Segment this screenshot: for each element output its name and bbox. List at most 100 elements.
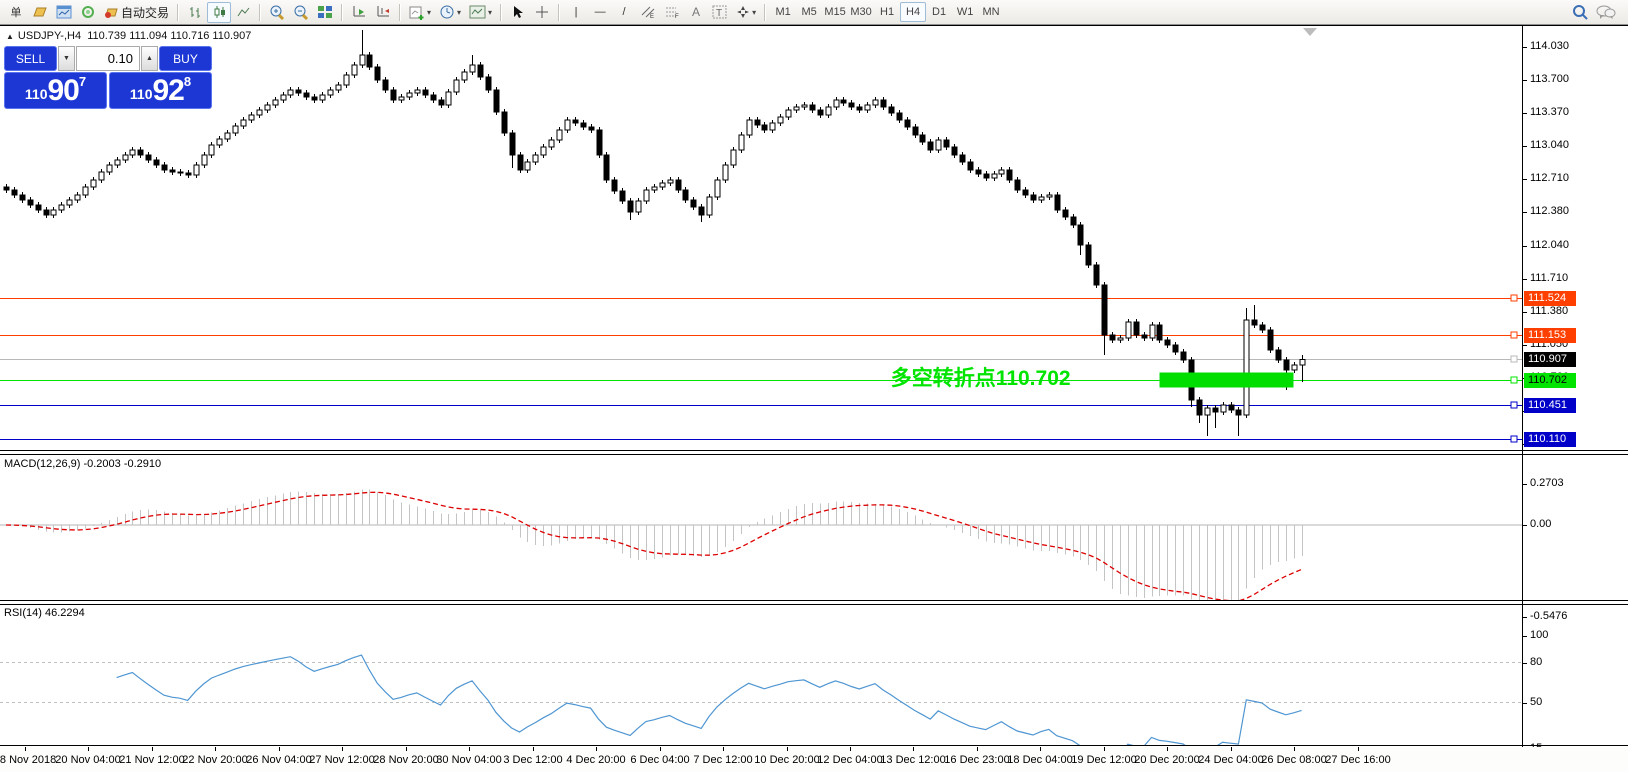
arrows-tool[interactable]: ▾ xyxy=(732,2,760,23)
price-tick-111.050-tick xyxy=(1522,345,1527,346)
crosshair-tool[interactable] xyxy=(530,2,554,23)
highlight-zone xyxy=(1159,372,1294,388)
chart-shift-icon[interactable] xyxy=(371,2,395,23)
timeframe-mn[interactable]: MN xyxy=(978,2,1004,22)
main-chart-pane[interactable]: 多空转折点110.702 xyxy=(0,26,1522,450)
fibonacci-tool[interactable]: F xyxy=(660,2,684,23)
timeframe-m15[interactable]: M15 xyxy=(822,2,848,22)
chevron-down-icon: ▾ xyxy=(427,7,432,17)
cursor-tool[interactable] xyxy=(506,2,530,23)
date-axis[interactable]: 18 Nov 2018 20 Nov 04:00 21 Nov 12:00 22 No… xyxy=(0,747,1628,772)
timeframe-m30[interactable]: M30 xyxy=(848,2,874,22)
symbol-period-label: USDJPY-,H4 xyxy=(17,30,82,42)
timeframe-m1[interactable]: M1 xyxy=(770,2,796,22)
macd-min: -0.5476 xyxy=(1530,610,1568,622)
new-order-label: 单 xyxy=(10,7,22,19)
market-watch-icon[interactable] xyxy=(52,2,76,23)
date-label: 3 Dec 12:00 xyxy=(503,754,563,766)
vertical-line-tool[interactable]: | xyxy=(564,2,588,23)
price-tick-111.380: 111.380 xyxy=(1530,305,1569,317)
line-chart-icon[interactable] xyxy=(231,2,255,23)
chart-title: ▲ USDJPY-,H4 110.739 111.094 110.716 110.… xyxy=(6,30,251,42)
macd-zero: 0.00 xyxy=(1530,518,1552,530)
search-icon[interactable] xyxy=(1572,4,1588,20)
rsi-tick-50: 50 xyxy=(1530,696,1543,708)
date-label: 27 Dec 16:00 xyxy=(1325,754,1391,766)
price-tick-114.030-tick xyxy=(1522,47,1527,48)
zoom-in-icon[interactable] xyxy=(265,2,289,23)
collapse-panel-icon[interactable]: ▲ xyxy=(6,32,14,41)
channel-tool[interactable]: E xyxy=(636,2,660,23)
price-axis-border xyxy=(1522,26,1523,747)
one-click-trading-panel: SELL ▼ 0.10 ▲ BUY 110 90 7 110 92 8 xyxy=(4,46,212,109)
chart-shift-marker[interactable] xyxy=(1303,28,1317,36)
templates-button[interactable]: ▾ xyxy=(465,2,496,23)
sell-button[interactable]: SELL xyxy=(4,46,57,71)
svg-text:T: T xyxy=(716,8,722,19)
history-center-icon[interactable] xyxy=(28,2,52,23)
date-label: 4 Dec 20:00 xyxy=(566,754,626,766)
date-label: 7 Dec 12:00 xyxy=(693,754,753,766)
date-label: 22 Nov 20:00 xyxy=(182,754,248,766)
rsi-tick-80: 80 xyxy=(1530,656,1543,668)
timeframe-h1[interactable]: H1 xyxy=(874,2,900,22)
zoom-out-icon[interactable] xyxy=(289,2,313,23)
bar-chart-icon[interactable] xyxy=(183,2,207,23)
sell-price[interactable]: 110 90 7 xyxy=(4,72,107,109)
chevron-down-icon: ▾ xyxy=(457,7,462,17)
tile-windows-icon[interactable] xyxy=(313,2,337,23)
date-label: 18 Dec 04:00 xyxy=(1007,754,1073,766)
timeframe-m5[interactable]: M5 xyxy=(796,2,822,22)
volume-decrease-button[interactable]: ▼ xyxy=(58,46,75,71)
date-label: 20 Nov 04:00 xyxy=(55,754,121,766)
rsi-pane[interactable] xyxy=(0,605,1522,745)
date-tick xyxy=(215,747,216,751)
price-tick-113.370: 113.370 xyxy=(1530,106,1569,118)
signals-icon[interactable] xyxy=(76,2,100,23)
date-label: 28 Nov 20:00 xyxy=(373,754,439,766)
new-order-button[interactable]: 单 xyxy=(4,2,28,23)
rsi-tick-100: 100 xyxy=(1530,629,1549,641)
text-tool[interactable]: A xyxy=(684,2,708,23)
date-label: 26 Nov 04:00 xyxy=(246,754,312,766)
date-tick xyxy=(1231,747,1232,751)
macd-max: 0.2703 xyxy=(1530,477,1564,489)
macd-pane[interactable] xyxy=(0,455,1522,600)
toolbar-separator xyxy=(341,3,344,21)
horizontal-line-tool[interactable]: — xyxy=(588,2,612,23)
toolbar-separator xyxy=(259,3,262,21)
chat-icon[interactable] xyxy=(1596,5,1616,20)
volume-input[interactable]: 0.10 xyxy=(76,46,140,71)
trendline-tool[interactable]: / xyxy=(612,2,636,23)
date-tick xyxy=(913,747,914,751)
date-tick xyxy=(660,747,661,751)
new-chart-button[interactable]: ▾ xyxy=(405,2,435,23)
auto-scroll-icon[interactable] xyxy=(347,2,371,23)
price-tick-112.710-tick xyxy=(1522,179,1527,180)
price-label-110.702: 110.702 xyxy=(1524,373,1576,388)
timeframe-w1[interactable]: W1 xyxy=(952,2,978,22)
text-label-tool[interactable]: T xyxy=(708,2,732,23)
price-tick-114.030: 114.030 xyxy=(1530,40,1569,52)
date-tick xyxy=(88,747,89,751)
buy-price[interactable]: 110 92 8 xyxy=(109,72,212,109)
chevron-down-icon: ▾ xyxy=(488,7,493,17)
chart-window: ▲ USDJPY-,H4 110.739 111.094 110.716 110.… xyxy=(0,25,1628,774)
date-label: 21 Nov 12:00 xyxy=(119,754,185,766)
date-label: 13 Dec 12:00 xyxy=(880,754,946,766)
timeframe-h4[interactable]: H4 xyxy=(900,2,927,22)
price-tick-112.040: 112.040 xyxy=(1530,239,1569,251)
macd-min-tick xyxy=(1522,617,1527,618)
candlestick-chart-icon[interactable] xyxy=(207,1,232,23)
date-label: 26 Dec 08:00 xyxy=(1261,754,1327,766)
buy-button[interactable]: BUY xyxy=(159,46,212,71)
date-label: 10 Dec 20:00 xyxy=(754,754,820,766)
timeframe-d1[interactable]: D1 xyxy=(926,2,952,22)
chevron-down-icon: ▾ xyxy=(752,7,757,17)
periods-button[interactable]: ▾ xyxy=(435,2,465,23)
price-tick-111.710: 111.710 xyxy=(1530,272,1569,284)
price-tick-112.380-tick xyxy=(1522,212,1527,213)
auto-trading-button[interactable]: 自动交易 xyxy=(100,2,173,23)
toolbar-separator xyxy=(399,3,402,21)
volume-increase-button[interactable]: ▲ xyxy=(141,46,158,71)
